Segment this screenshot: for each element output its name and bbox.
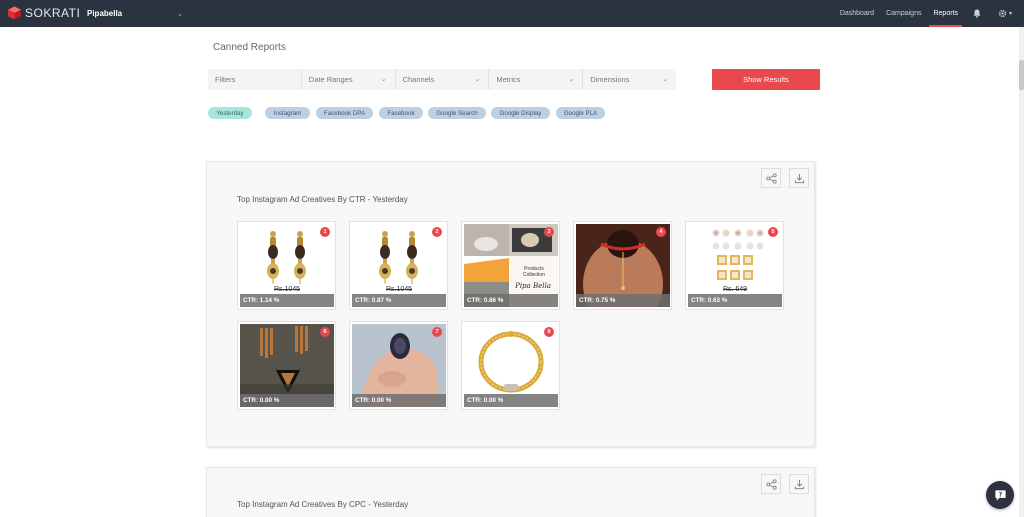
download-button[interactable]	[789, 168, 809, 188]
gear-icon[interactable]: ▾	[996, 9, 1014, 19]
report-panel-ctr: Top Instagram Ad Creatives By CTR - Yest…	[206, 161, 815, 447]
creative-card[interactable]: CTR: 0.00 % 7	[349, 321, 448, 410]
creative-card[interactable]: Products Collection Pipa Bella CTR: 0.86…	[461, 221, 560, 310]
chevron-down-icon: ⌄	[380, 76, 387, 83]
chevron-down-icon: ⌄	[474, 76, 481, 83]
creative-card[interactable]: CTR: 0.75 % 4	[573, 221, 672, 310]
chevron-down-icon: ⌄	[568, 76, 575, 83]
collection-caption: Products Collection	[523, 266, 545, 278]
channels-dropdown[interactable]: Channels ⌄	[394, 69, 489, 90]
chip-google-display[interactable]: Google Display	[491, 107, 550, 119]
sokrati-logo[interactable]: SOKRATI	[8, 6, 80, 20]
chevron-down-icon: ⌄	[177, 11, 183, 18]
price-tag: Rs.1045	[352, 286, 446, 293]
ctr-value: CTR: 0.00 %	[352, 394, 446, 407]
creative-card[interactable]: Rs.1045 CTR: 0.87 % 2	[349, 221, 448, 310]
chip-google-search[interactable]: Google Search	[428, 107, 486, 119]
dropdown-label: Channels	[402, 75, 435, 84]
rank-badge: 2	[432, 227, 442, 237]
ctr-value: CTR: 0.00 %	[464, 394, 558, 407]
bell-icon[interactable]	[972, 9, 982, 19]
chevron-down-icon: ▾	[1008, 11, 1012, 17]
show-results-button[interactable]: Show Results	[712, 69, 820, 90]
svg-text:?: ?	[998, 491, 1002, 498]
creative-card[interactable]: Rs. 649 CTR: 0.63 % 5	[685, 221, 784, 310]
price-tag: Rs.1045	[240, 286, 334, 293]
price-tag: Rs. 649	[688, 286, 782, 293]
chevron-down-icon: ⌄	[662, 76, 668, 83]
nav-dashboard[interactable]: Dashboard	[834, 0, 880, 27]
logo-text: SOKRATI	[25, 6, 81, 20]
filters-label: Filters	[215, 75, 236, 84]
download-icon	[794, 173, 804, 183]
rank-badge: 4	[656, 227, 666, 237]
chip-facebook[interactable]: Facebook	[379, 107, 423, 119]
ctr-value: CTR: 0.86 %	[464, 294, 558, 307]
share-icon	[765, 478, 777, 490]
ctr-value: CTR: 0.75 %	[576, 294, 670, 307]
dropdown-label: Metrics	[496, 75, 521, 84]
chip-facebook-dpa[interactable]: Facebook DPA	[316, 107, 373, 119]
brand-name: Pipabella	[87, 9, 123, 18]
share-button[interactable]	[761, 474, 781, 494]
share-button[interactable]	[761, 168, 781, 188]
rank-badge: 6	[320, 327, 330, 337]
top-navbar: SOKRATI Pipabella ⌄ Dashboard Campaigns …	[0, 0, 1024, 27]
ctr-value: CTR: 0.63 %	[688, 294, 782, 307]
metrics-dropdown[interactable]: Metrics ⌄	[488, 69, 582, 90]
creative-card[interactable]: Rs.1045 CTR: 1.14 % 1	[237, 221, 336, 310]
creative-card[interactable]: CTR: 0.00 % 8	[461, 321, 560, 410]
original-price: Rs.1045	[273, 286, 301, 293]
rank-badge: 3	[544, 227, 554, 237]
download-button[interactable]	[789, 474, 809, 494]
date-ranges-dropdown[interactable]: Date Ranges ⌄	[300, 69, 395, 90]
share-icon	[765, 172, 777, 184]
chat-icon: ?	[994, 489, 1006, 501]
report-title: Top Instagram Ad Creatives By CPC - Yest…	[237, 500, 409, 509]
original-price: Rs. 649	[722, 286, 748, 293]
nav-campaigns[interactable]: Campaigns	[880, 0, 927, 27]
rank-badge: 7	[432, 327, 442, 337]
download-icon	[794, 479, 804, 489]
ctr-value: CTR: 0.00 %	[240, 394, 334, 407]
filters-bar: Filters Date Ranges ⌄ Channels ⌄ Metrics…	[208, 69, 676, 90]
dropdown-label: Dimensions	[590, 75, 630, 84]
page-title: Canned Reports	[213, 42, 286, 53]
chip-instagram[interactable]: Instagram	[265, 107, 310, 119]
report-title: Top Instagram Ad Creatives By CTR - Yest…	[237, 195, 408, 204]
chat-button[interactable]: ?	[986, 481, 1014, 509]
rank-badge: 5	[768, 227, 778, 237]
collection-script: Pipa Bella	[515, 282, 551, 290]
cube-logo-icon	[8, 6, 21, 20]
original-price: Rs.1045	[385, 286, 413, 293]
dimensions-dropdown[interactable]: Dimensions ⌄	[582, 69, 676, 90]
chip-yesterday[interactable]: Yesterday	[208, 107, 252, 119]
page-scrollbar[interactable]	[1019, 27, 1024, 517]
brand-selector[interactable]: Pipabella ⌄	[87, 0, 189, 27]
rank-badge: 8	[544, 327, 554, 337]
scrollbar-thumb[interactable]	[1019, 60, 1024, 90]
chip-google-pla[interactable]: Google PLA	[556, 107, 605, 119]
dropdown-label: Date Ranges	[308, 75, 353, 84]
nav-reports[interactable]: Reports	[927, 0, 964, 27]
creative-card[interactable]: CTR: 0.00 % 6	[237, 321, 336, 410]
report-panel-cpc: Top Instagram Ad Creatives By CPC - Yest…	[206, 467, 815, 517]
ctr-value: CTR: 1.14 %	[240, 294, 334, 307]
rank-badge: 1	[320, 227, 330, 237]
ctr-value: CTR: 0.87 %	[352, 294, 446, 307]
